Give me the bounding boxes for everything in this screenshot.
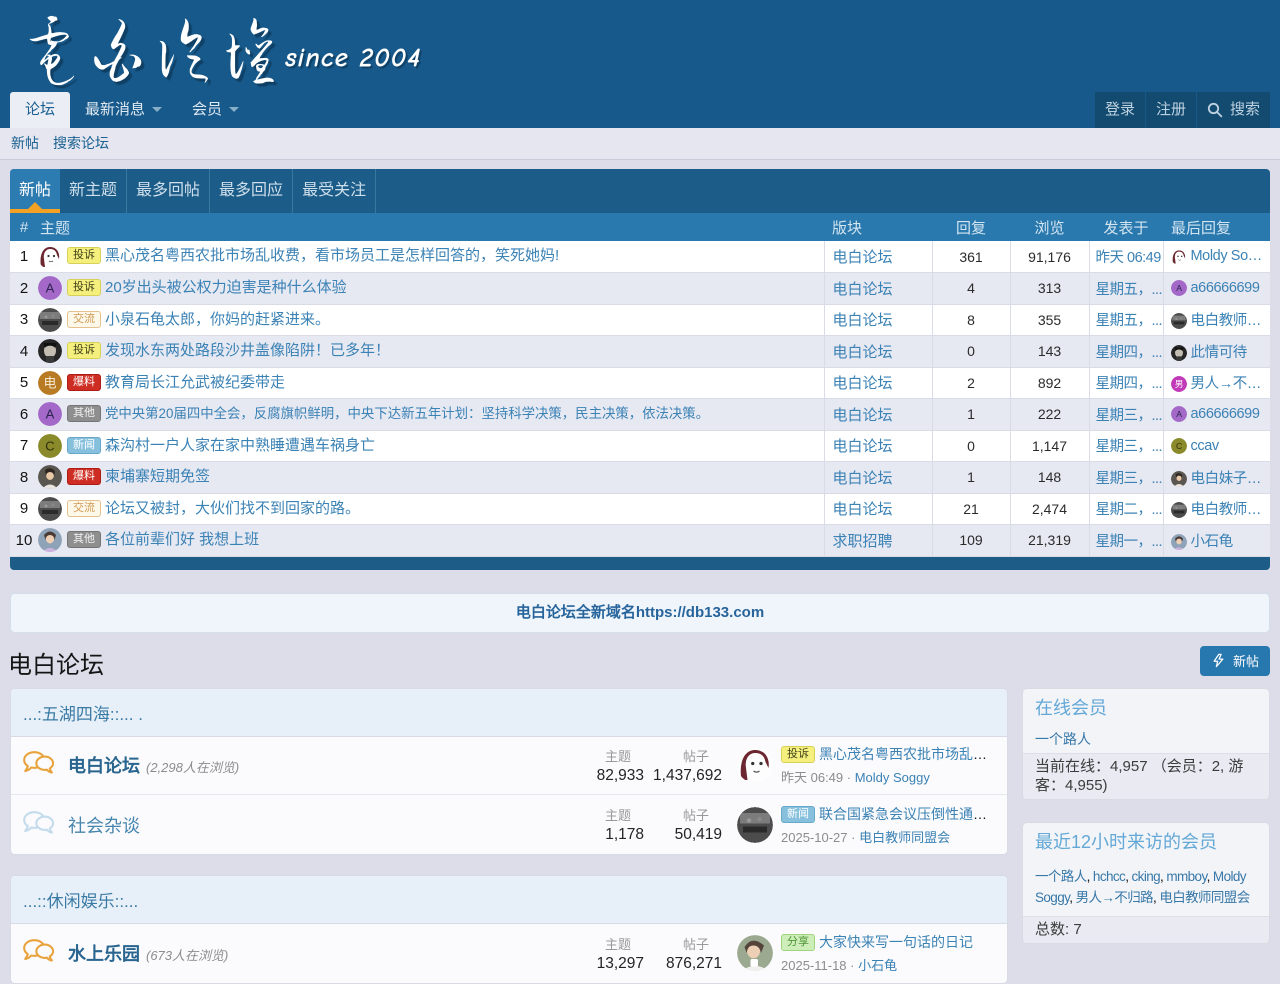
svg-text:C: C bbox=[45, 438, 54, 453]
svg-text:A: A bbox=[1176, 283, 1182, 293]
svg-text:A: A bbox=[46, 281, 55, 296]
svg-text:A: A bbox=[46, 407, 55, 422]
svg-text:A: A bbox=[1176, 409, 1182, 419]
svg-text:C: C bbox=[1176, 441, 1182, 451]
svg-text:男: 男 bbox=[1174, 380, 1182, 390]
svg-text:电: 电 bbox=[43, 375, 56, 390]
